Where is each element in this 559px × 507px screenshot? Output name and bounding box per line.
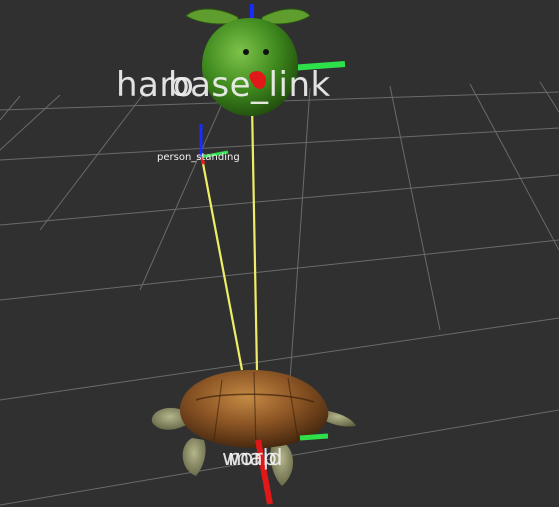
tf-links [200, 104, 259, 373]
3d-viewport[interactable]: haro base_link person_standing world map [0, 0, 559, 507]
haro-model [185, 8, 311, 116]
3d-scene [0, 4, 559, 506]
person-standing-axes [199, 124, 229, 165]
turtle-model [151, 370, 356, 486]
